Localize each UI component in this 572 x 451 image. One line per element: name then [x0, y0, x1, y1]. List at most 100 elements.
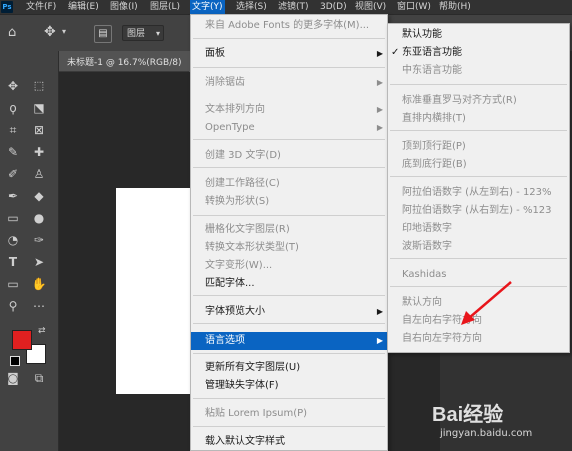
type-menu-item[interactable]: 字体预览大小 ▶	[191, 303, 387, 321]
menu-layer[interactable]: 图层(L)	[148, 0, 182, 14]
dodge-tool-icon[interactable]: ◔	[4, 231, 22, 249]
language-option-label: 标准垂直罗马对齐方式(R)	[402, 95, 517, 106]
menu-help[interactable]: 帮助(H)	[437, 0, 473, 14]
menu-window[interactable]: 窗口(W)	[395, 0, 433, 14]
frame-tool-icon[interactable]: ⊠	[30, 121, 48, 139]
type-menu-item-label: 语言选项	[205, 335, 245, 346]
type-menu-item[interactable]: 创建 3D 文字(D)	[191, 147, 387, 165]
document-canvas[interactable]	[116, 188, 191, 394]
submenu-arrow-icon: ▶	[376, 123, 383, 132]
crop-tool-icon[interactable]: ⌗	[4, 121, 22, 139]
default-colors-icon[interactable]	[10, 356, 20, 366]
pen-tool-icon[interactable]: ✑	[30, 231, 48, 249]
type-menu-item-label: 文本排列方向	[205, 104, 265, 115]
menu-select[interactable]: 选择(S)	[234, 0, 269, 14]
type-menu-item[interactable]: 来自 Adobe Fonts 的更多字体(M)...	[191, 17, 387, 35]
more-tools-icon[interactable]: ⋯	[30, 297, 48, 315]
menu-separator	[193, 426, 385, 427]
menu-type[interactable]: 文字(Y)	[190, 0, 225, 14]
move-tool-icon[interactable]: ✥	[44, 24, 56, 40]
language-option-item[interactable]: 底到底行距(B)	[388, 156, 569, 174]
language-option-label: 底到底行距(B)	[402, 159, 467, 170]
type-menu-item[interactable]: 栅格化文字图层(R)	[191, 221, 387, 239]
type-menu-item[interactable]: 更新所有文字图层(U)	[191, 359, 387, 377]
chevron-down-icon[interactable]: ▾	[62, 27, 66, 36]
menu-bar: Ps 文件(F) 编辑(E) 图像(I) 图层(L) 文字(Y) 选择(S) 滤…	[0, 0, 572, 15]
menu-image[interactable]: 图像(I)	[108, 0, 140, 14]
type-menu-item[interactable]: OpenType ▶	[191, 119, 387, 137]
menu-file[interactable]: 文件(F)	[24, 0, 58, 14]
menu-separator	[193, 38, 385, 39]
menu-filter[interactable]: 滤镜(T)	[276, 0, 311, 14]
marquee-tool-icon[interactable]: ⬚	[30, 77, 48, 95]
submenu-arrow-icon: ▶	[376, 336, 383, 345]
menu-separator	[390, 258, 567, 259]
eraser-tool-icon[interactable]: ◆	[30, 187, 48, 205]
menu-view[interactable]: 视图(V)	[353, 0, 388, 14]
zoom-tool-icon[interactable]: ⚲	[4, 297, 22, 315]
document-tab-title: 未标题-1 @ 16.7%(RGB/8)	[67, 58, 182, 68]
screen-mode-icon[interactable]: ⧉	[30, 369, 48, 387]
home-icon[interactable]: ⌂	[8, 25, 16, 40]
object-select-icon[interactable]: ⬔	[30, 99, 48, 117]
type-menu-item[interactable]: 转换文本形状类型(T)	[191, 239, 387, 257]
language-option-label: 直排内横排(T)	[402, 113, 466, 124]
auto-select-icon[interactable]: ▤	[94, 25, 112, 43]
tools-panel: ✥ ⬚ ϙ ⬔ ⌗ ⊠ ✎ ✚ ✐ ♙ ✒ ◆ ▭ ● ◔ ✑ T ➤ ▭ ✋ …	[0, 51, 59, 451]
language-option-item[interactable]: 印地语数字	[388, 220, 569, 238]
type-menu-item[interactable]: 管理缺失字体(F)	[191, 377, 387, 395]
type-menu-item[interactable]: 匹配字体...	[191, 275, 387, 293]
document-tab[interactable]: 未标题-1 @ 16.7%(RGB/8)	[59, 51, 189, 72]
rectangle-tool-icon[interactable]: ▭	[4, 275, 22, 293]
baidu-watermark: Bai经验 jingyan.baidu.com	[432, 398, 572, 451]
menu-separator	[193, 139, 385, 140]
language-option-item[interactable]: 中东语言功能	[388, 62, 569, 80]
hand-tool-icon[interactable]: ✋	[30, 275, 48, 293]
language-option-item[interactable]: 顶到顶行距(P)	[388, 138, 569, 156]
swap-colors-icon[interactable]: ⇄	[38, 326, 46, 336]
language-option-item[interactable]: 阿拉伯语数字 (从右到左) - %123	[388, 202, 569, 220]
type-menu-item[interactable]: 文字变形(W)...	[191, 257, 387, 275]
blur-tool-icon[interactable]: ●	[30, 209, 48, 227]
type-menu-item[interactable]: 转换为形状(S)	[191, 193, 387, 211]
language-option-label: 中东语言功能	[402, 65, 462, 76]
language-option-item[interactable]: 阿拉伯语数字 (从左到右) - 123%	[388, 184, 569, 202]
brush-tool-icon[interactable]: ✐	[4, 165, 22, 183]
language-option-item[interactable]: 默认功能	[388, 26, 569, 44]
type-menu-item-label: 创建工作路径(C)	[205, 178, 280, 189]
language-option-item[interactable]: 直排内横排(T)	[388, 110, 569, 128]
history-brush-icon[interactable]: ✒	[4, 187, 22, 205]
layer-select-dropdown[interactable]: 图层 ▾	[122, 25, 164, 41]
type-menu-item-label: 更新所有文字图层(U)	[205, 362, 301, 373]
lasso-tool-icon[interactable]: ϙ	[4, 99, 22, 117]
type-menu-item-label: 管理缺失字体(F)	[205, 380, 279, 391]
type-tool-icon[interactable]: T	[4, 253, 22, 271]
type-menu-item[interactable]: 创建工作路径(C)	[191, 175, 387, 193]
language-option-item[interactable]: 标准垂直罗马对齐方式(R)	[388, 92, 569, 110]
language-option-item[interactable]: ✓ 东亚语言功能	[388, 44, 569, 62]
type-menu-item-label: 创建 3D 文字(D)	[205, 150, 281, 161]
gradient-tool-icon[interactable]: ▭	[4, 209, 22, 227]
healing-brush-icon[interactable]: ✚	[30, 143, 48, 161]
menu-separator	[193, 295, 385, 296]
submenu-arrow-icon: ▶	[376, 78, 383, 87]
menu-3d[interactable]: 3D(D)	[318, 0, 349, 14]
type-menu-item[interactable]: 粘贴 Lorem Ipsum(P)	[191, 405, 387, 423]
quick-mask-icon[interactable]: ◙	[4, 369, 22, 387]
language-option-label: 波斯语数字	[402, 241, 452, 252]
type-menu-item[interactable]: 语言选项 ▶	[191, 332, 387, 350]
menu-separator	[193, 353, 385, 354]
path-select-icon[interactable]: ➤	[30, 253, 48, 271]
type-menu-item[interactable]: 消除锯齿 ▶	[191, 74, 387, 92]
language-option-item[interactable]: 波斯语数字	[388, 238, 569, 256]
type-menu-item-label: 面板	[205, 48, 225, 59]
type-menu-item[interactable]: 面板 ▶	[191, 45, 387, 63]
stamp-tool-icon[interactable]: ♙	[30, 165, 48, 183]
type-menu-item[interactable]: 载入默认文字样式	[191, 433, 387, 451]
language-option-item[interactable]: 自右向左字符方向	[388, 330, 569, 348]
eyedropper-icon[interactable]: ✎	[4, 143, 22, 161]
menu-edit[interactable]: 编辑(E)	[66, 0, 101, 14]
move-tool-icon[interactable]: ✥	[4, 77, 22, 95]
foreground-color-swatch[interactable]	[12, 330, 32, 350]
type-menu-item[interactable]: 文本排列方向 ▶	[191, 101, 387, 119]
